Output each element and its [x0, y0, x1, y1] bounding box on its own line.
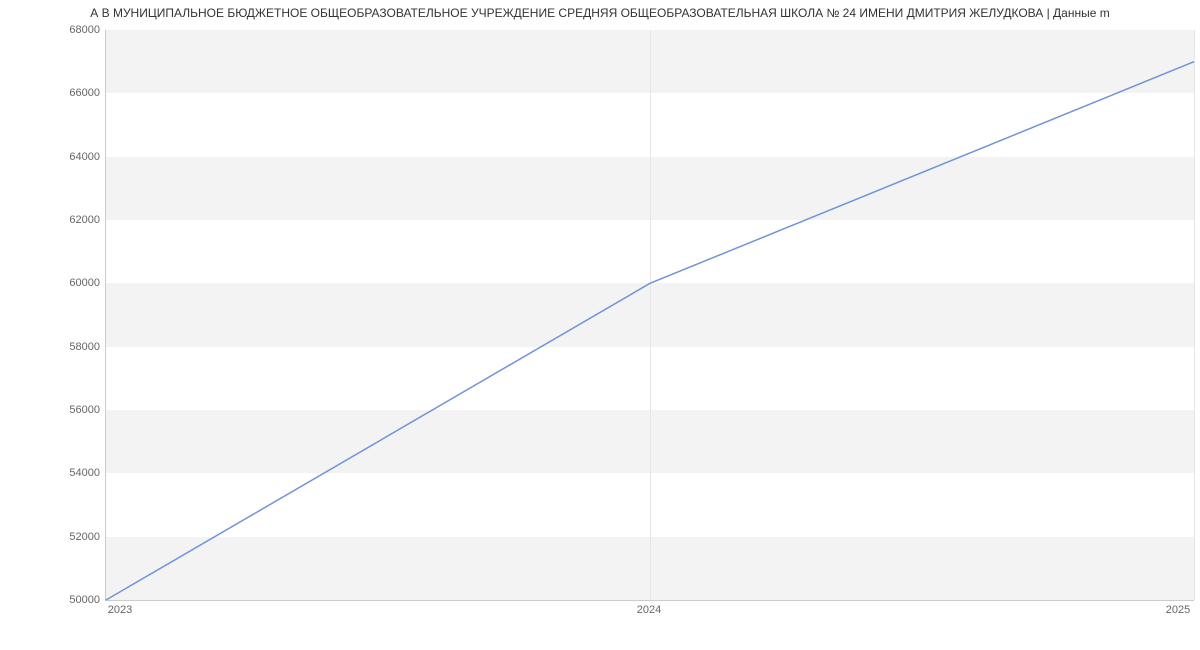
- y-tick-label: 54000: [10, 467, 100, 479]
- x-tick-label: 2023: [108, 604, 132, 616]
- plot-area: [105, 30, 1194, 601]
- y-tick-label: 58000: [10, 341, 100, 353]
- y-tick-label: 62000: [10, 214, 100, 226]
- x-gridline: [1194, 30, 1195, 600]
- y-tick-label: 52000: [10, 531, 100, 543]
- y-tick-label: 64000: [10, 151, 100, 163]
- x-tick-label: 2024: [637, 604, 661, 616]
- data-line: [106, 30, 1194, 600]
- y-tick-label: 50000: [10, 594, 100, 606]
- chart-title: А В МУНИЦИПАЛЬНОЕ БЮДЖЕТНОЕ ОБЩЕОБРАЗОВА…: [0, 6, 1200, 20]
- line-chart: А В МУНИЦИПАЛЬНОЕ БЮДЖЕТНОЕ ОБЩЕОБРАЗОВА…: [0, 0, 1200, 650]
- y-tick-label: 56000: [10, 404, 100, 416]
- x-tick-label: 2025: [1166, 604, 1190, 616]
- y-tick-label: 66000: [10, 87, 100, 99]
- y-tick-label: 68000: [10, 24, 100, 36]
- y-tick-label: 60000: [10, 277, 100, 289]
